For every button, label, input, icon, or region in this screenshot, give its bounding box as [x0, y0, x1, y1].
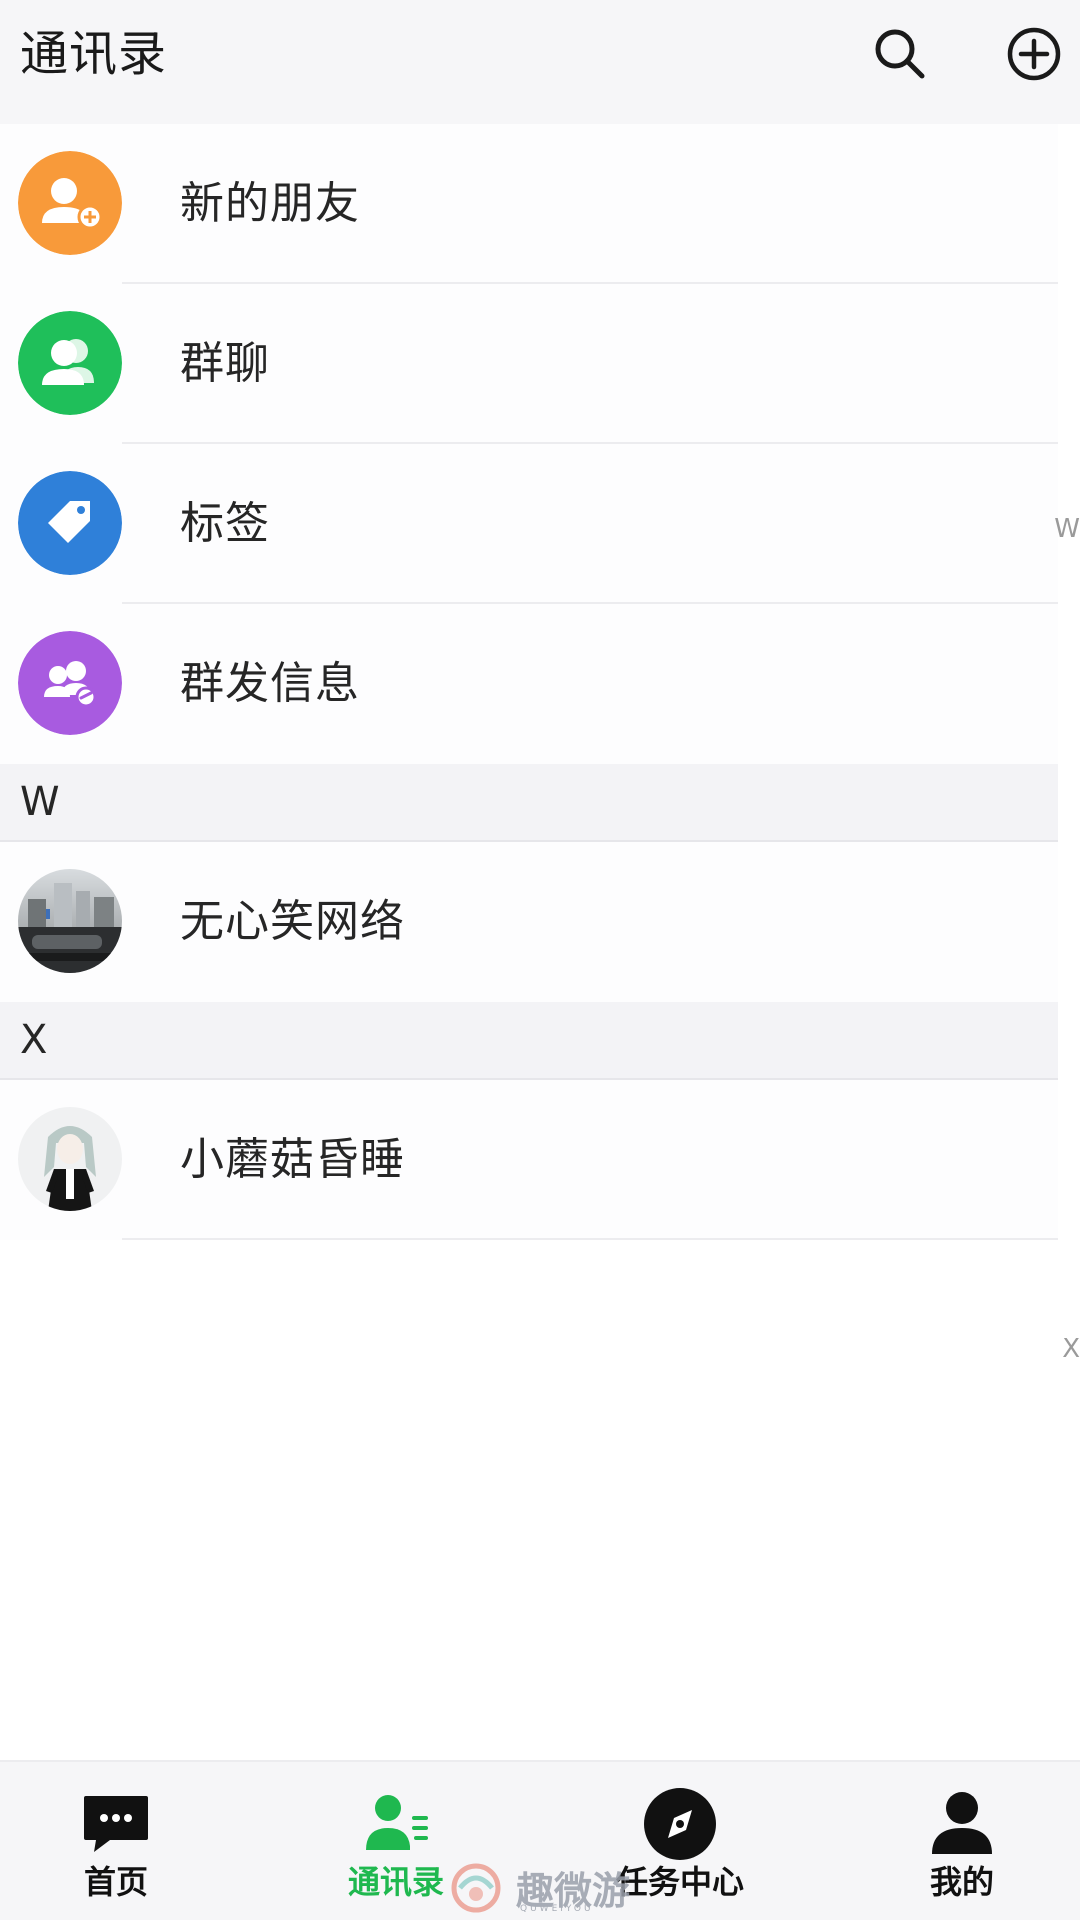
section-header-x: X: [0, 1002, 1058, 1080]
broadcast-icon: [18, 631, 122, 735]
add-friend-icon: [18, 151, 122, 255]
tab-home[interactable]: 首页: [16, 1762, 216, 1922]
plus-circle-icon[interactable]: [1004, 24, 1064, 84]
function-label: 新的朋友: [180, 178, 360, 229]
user-icon: [922, 1784, 1002, 1864]
section-letter: W: [20, 779, 60, 825]
tag-icon: [18, 471, 122, 575]
contact-name: 无心笑网络: [180, 896, 405, 947]
section-letter: X: [20, 1017, 48, 1063]
index-letter-x[interactable]: X: [1062, 1334, 1080, 1364]
chat-bubble-icon: [76, 1784, 156, 1864]
contact-row[interactable]: 无心笑网络: [0, 842, 1058, 1002]
group-chats-row[interactable]: 群聊: [0, 284, 1058, 444]
broadcast-row[interactable]: 群发信息: [0, 604, 1058, 764]
function-label: 标签: [180, 498, 270, 549]
tab-label: 我的: [929, 1863, 994, 1901]
anime-avatar: [18, 1107, 122, 1211]
section-header-w: W: [0, 764, 1058, 842]
watermark-subtext: QUWEIYOU: [520, 1904, 594, 1914]
new-friends-row[interactable]: 新的朋友: [0, 124, 1058, 284]
group-chat-icon: [18, 311, 122, 415]
contact-list: 新的朋友 群聊 标签 群发信息 W 无心笑网络 X 小蘑菇昏睡: [0, 124, 1058, 1240]
tab-label: 首页: [83, 1863, 148, 1901]
tab-me[interactable]: 我的: [862, 1762, 1062, 1922]
function-label: 群发信息: [180, 658, 360, 709]
photo-avatar: [18, 869, 122, 973]
contacts-icon: [356, 1784, 436, 1864]
contact-row[interactable]: 小蘑菇昏睡: [0, 1080, 1058, 1240]
watermark-logo-icon: [451, 1863, 501, 1913]
contact-name: 小蘑菇昏睡: [180, 1134, 405, 1185]
index-letter-w[interactable]: W: [1054, 514, 1080, 544]
search-icon[interactable]: [870, 24, 930, 84]
watermark: 趣微游 QUWEIYOU: [448, 1860, 638, 1916]
function-label: 群聊: [180, 338, 270, 389]
compass-icon: [640, 1784, 720, 1864]
page-title: 通讯录: [20, 26, 168, 82]
divider: [122, 1238, 1058, 1240]
tags-row[interactable]: 标签: [0, 444, 1058, 604]
top-bar: 通讯录: [0, 0, 1080, 124]
contacts-screen: 通讯录 新的朋友 群聊 标签 群发信息 W 无心笑网络 X 小蘑菇昏睡 W X …: [0, 0, 1080, 1920]
